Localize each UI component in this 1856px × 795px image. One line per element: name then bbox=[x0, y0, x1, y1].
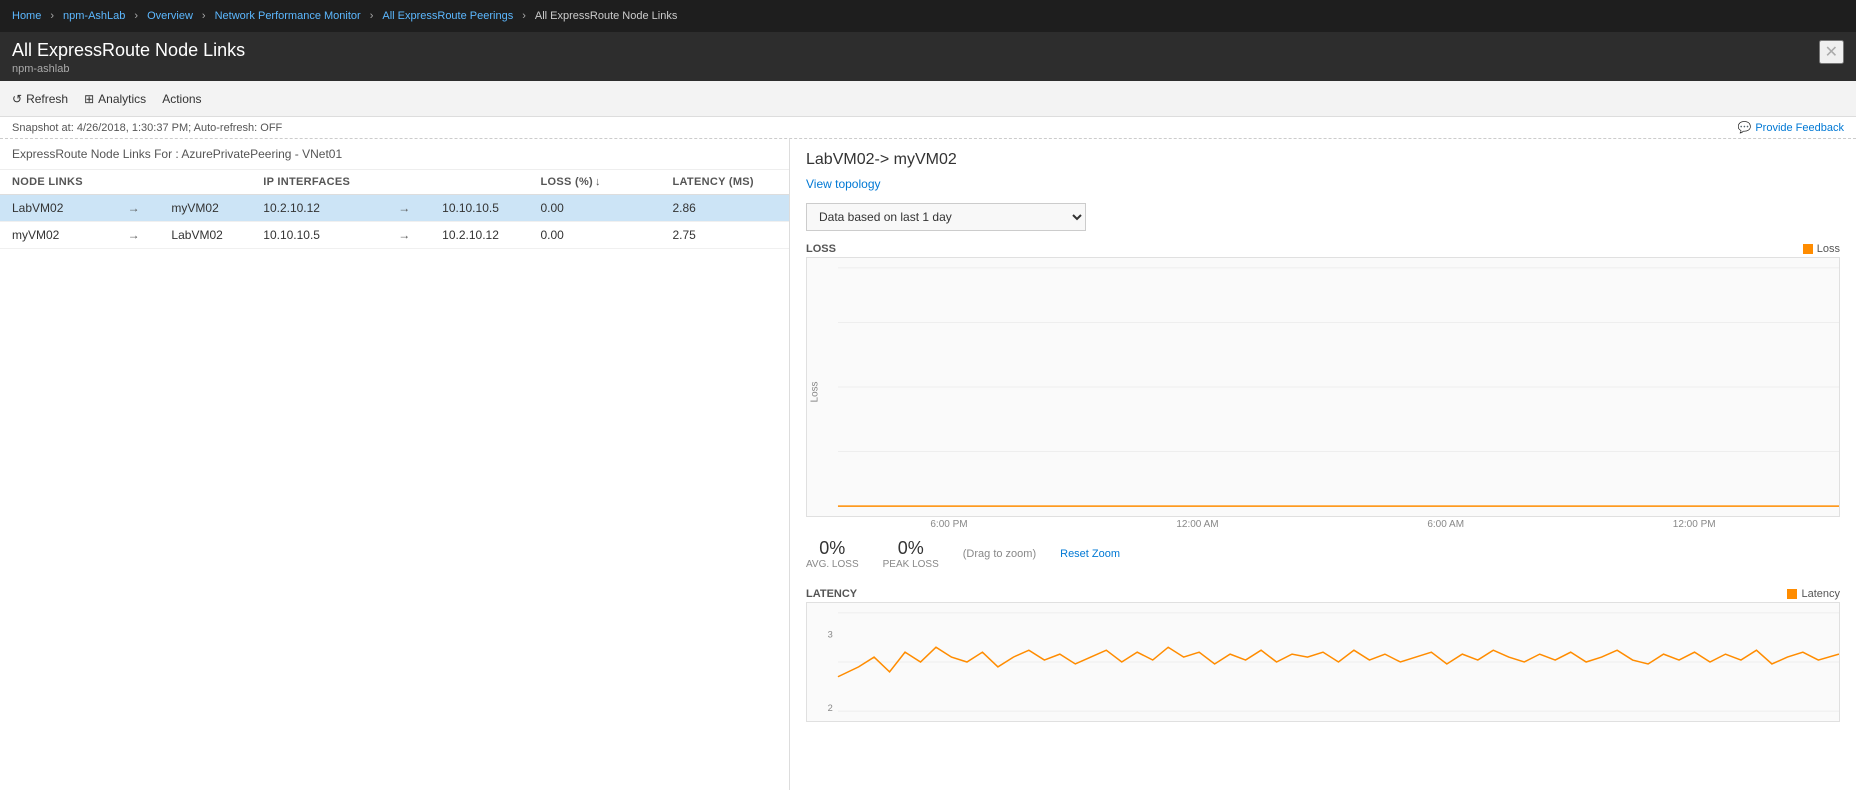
latency-section-title: LATENCY bbox=[806, 588, 857, 600]
ip2-cell: 10.10.10.5 bbox=[430, 195, 528, 222]
node1-cell: LabVM02 bbox=[0, 195, 116, 222]
latency-chart[interactable]: 3 2 bbox=[806, 602, 1840, 722]
section-header: ExpressRoute Node Links For : AzurePriva… bbox=[0, 139, 789, 170]
analytics-icon: ⊞ bbox=[84, 92, 94, 106]
node2-cell: myVM02 bbox=[159, 195, 251, 222]
avg-loss-label: AVG. LOSS bbox=[806, 559, 859, 570]
latency-chart-section: LATENCY Latency 3 2 bbox=[806, 588, 1840, 722]
latency-legend: Latency bbox=[1787, 588, 1840, 600]
drag-hint: (Drag to zoom) bbox=[963, 548, 1036, 560]
latency-legend-label: Latency bbox=[1801, 588, 1840, 600]
avg-loss-value: 0% bbox=[806, 538, 859, 559]
main-content: ExpressRoute Node Links For : AzurePriva… bbox=[0, 139, 1856, 790]
latency-legend-dot bbox=[1787, 589, 1797, 599]
loss-legend-dot bbox=[1803, 244, 1813, 254]
toolbar: ↺ Refresh ⊞ Analytics Actions bbox=[0, 81, 1856, 117]
ip-arrow-cell: → bbox=[386, 195, 430, 222]
actions-button[interactable]: Actions bbox=[162, 92, 201, 106]
loss-chart-section: LOSS Loss Loss bbox=[806, 243, 1840, 576]
breadcrumb-peerings[interactable]: All ExpressRoute Peerings bbox=[382, 10, 513, 22]
title-bar: All ExpressRoute Node Links npm-ashlab ✕ bbox=[0, 32, 1856, 81]
col-node-links: NODE LINKS bbox=[0, 170, 116, 195]
view-topology-link[interactable]: View topology bbox=[806, 177, 1840, 191]
arrow-cell: → bbox=[116, 222, 160, 249]
ip1-cell: 10.2.10.12 bbox=[251, 195, 386, 222]
svg-text:3: 3 bbox=[828, 630, 833, 640]
provide-feedback-link[interactable]: 💬 Provide Feedback bbox=[1738, 121, 1844, 134]
refresh-label: Refresh bbox=[26, 92, 68, 106]
col-ip-interfaces: IP INTERFACES bbox=[251, 170, 386, 195]
refresh-button[interactable]: ↺ Refresh bbox=[12, 92, 68, 106]
loss-legend-label: Loss bbox=[1817, 243, 1840, 255]
analytics-label: Analytics bbox=[98, 92, 146, 106]
breadcrumb-npmashlab[interactable]: npm-AshLab bbox=[63, 10, 125, 22]
peak-loss-label: PEAK LOSS bbox=[883, 559, 939, 570]
feedback-icon: 💬 bbox=[1738, 121, 1752, 134]
col-loss: LOSS (%)↓ bbox=[529, 170, 632, 195]
analytics-button[interactable]: ⊞ Analytics bbox=[84, 92, 146, 106]
reset-zoom-button[interactable]: Reset Zoom bbox=[1060, 548, 1120, 560]
right-panel: LabVM02-> myVM02 View topology Data base… bbox=[790, 139, 1856, 790]
snapshot-text: Snapshot at: 4/26/2018, 1:30:37 PM; Auto… bbox=[12, 122, 282, 134]
loss-legend: Loss bbox=[1803, 243, 1840, 255]
loss-stats-row: 0% AVG. LOSS 0% PEAK LOSS (Drag to zoom)… bbox=[806, 532, 1840, 576]
page-title: All ExpressRoute Node Links bbox=[12, 40, 245, 61]
loss-cell: 0.00 bbox=[529, 195, 632, 222]
ip1-cell: 10.10.10.5 bbox=[251, 222, 386, 249]
latency-cell: 2.75 bbox=[660, 222, 789, 249]
latency-cell: 2.86 bbox=[660, 195, 789, 222]
time-range-dropdown[interactable]: Data based on last 1 dayData based on la… bbox=[806, 203, 1086, 231]
peak-loss-stat: 0% PEAK LOSS bbox=[883, 538, 939, 570]
node1-cell: myVM02 bbox=[0, 222, 116, 249]
breadcrumb-overview[interactable]: Overview bbox=[147, 10, 193, 22]
ip-arrow-cell: → bbox=[386, 222, 430, 249]
table-row[interactable]: myVM02 → LabVM02 10.10.10.5 → 10.2.10.12… bbox=[0, 222, 789, 249]
loss-section-title: LOSS bbox=[806, 243, 836, 255]
peak-loss-value: 0% bbox=[883, 538, 939, 559]
arrow-cell: → bbox=[116, 195, 160, 222]
breadcrumb-bar: Home › npm-AshLab › Overview › Network P… bbox=[0, 0, 1856, 32]
breadcrumb-npm[interactable]: Network Performance Monitor bbox=[215, 10, 361, 22]
breadcrumb-current: All ExpressRoute Node Links bbox=[535, 10, 677, 22]
left-panel: ExpressRoute Node Links For : AzurePriva… bbox=[0, 139, 790, 790]
ip2-cell: 10.2.10.12 bbox=[430, 222, 528, 249]
breadcrumb-home[interactable]: Home bbox=[12, 10, 41, 22]
refresh-icon: ↺ bbox=[12, 92, 22, 106]
col-latency: LATENCY (MS) bbox=[660, 170, 789, 195]
loss-chart[interactable]: Loss bbox=[806, 257, 1840, 517]
node2-cell: LabVM02 bbox=[159, 222, 251, 249]
loss-cell: 0.00 bbox=[529, 222, 632, 249]
snapshot-bar: Snapshot at: 4/26/2018, 1:30:37 PM; Auto… bbox=[0, 117, 1856, 139]
actions-label: Actions bbox=[162, 92, 201, 106]
svg-text:2: 2 bbox=[828, 703, 833, 713]
avg-loss-stat: 0% AVG. LOSS bbox=[806, 538, 859, 570]
page-subtitle: npm-ashlab bbox=[12, 63, 245, 75]
close-button[interactable]: ✕ bbox=[1819, 40, 1844, 64]
panel-title: LabVM02-> myVM02 bbox=[806, 151, 1840, 169]
sort-icon-loss: ↓ bbox=[595, 176, 601, 188]
table-row[interactable]: LabVM02 → myVM02 10.2.10.12 → 10.10.10.5… bbox=[0, 195, 789, 222]
loss-time-axis: 6:00 PM 12:00 AM 6:00 AM 12:00 PM bbox=[806, 517, 1840, 532]
node-links-table: NODE LINKS IP INTERFACES LOSS (%)↓ LATEN… bbox=[0, 170, 789, 249]
svg-text:Loss: Loss bbox=[809, 381, 820, 402]
